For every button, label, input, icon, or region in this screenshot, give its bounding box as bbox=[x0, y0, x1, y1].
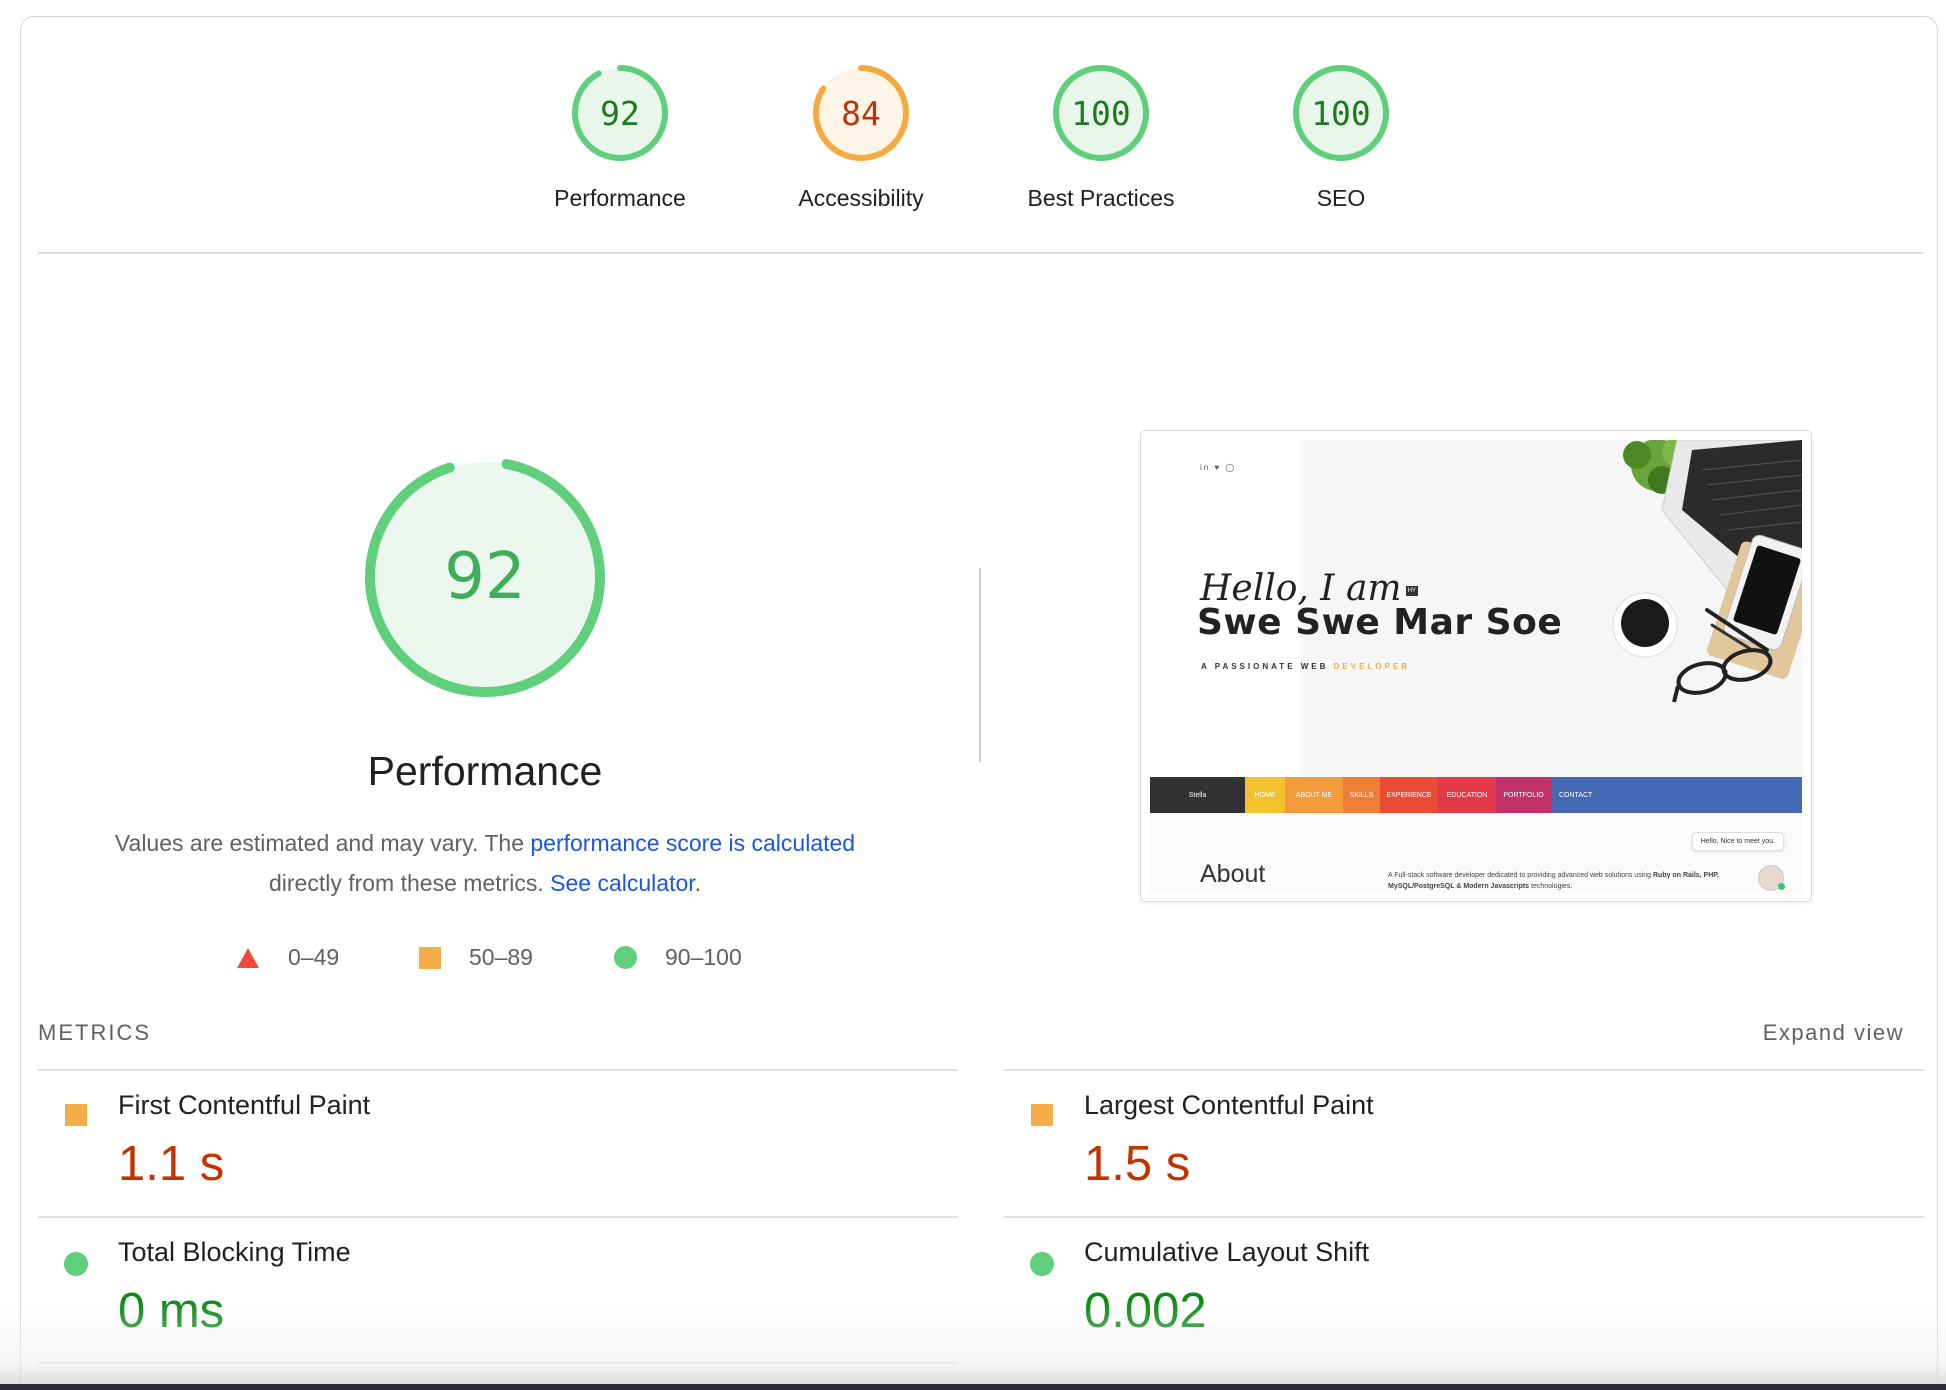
performance-title: Performance bbox=[367, 748, 603, 794]
metric-value: 1.5 s bbox=[1084, 1137, 1191, 1191]
nav-item: PORTFOLIO bbox=[1496, 777, 1551, 813]
about-text: A Full-stack software developer dedicate… bbox=[1388, 870, 1758, 892]
metric-cumulative-layout-shift: Cumulative Layout Shift 0.002 bbox=[1004, 1217, 1924, 1363]
square-icon bbox=[419, 946, 441, 969]
gauge-score: 84 bbox=[841, 94, 881, 133]
legend-label: 0–49 bbox=[288, 944, 340, 970]
see-calculator-link[interactable]: See calculator bbox=[550, 870, 694, 896]
divider bbox=[38, 1362, 958, 1364]
about-text-part: A Full-stack software developer dedicate… bbox=[1388, 872, 1653, 879]
gauge-ring: 100 bbox=[1293, 65, 1389, 161]
gauge-best-practices[interactable]: 100 Best Practices bbox=[981, 62, 1221, 212]
gauge-label: Accessibility bbox=[798, 185, 924, 211]
metric-title: Largest Contentful Paint bbox=[1084, 1090, 1374, 1120]
legend-label: 50–89 bbox=[469, 944, 533, 970]
metric-total-blocking-time: Total Blocking Time 0 ms bbox=[38, 1217, 958, 1363]
square-icon bbox=[65, 1104, 87, 1126]
desc-text: Values are estimated and may vary. The bbox=[114, 830, 531, 856]
legend-average: 50–89 bbox=[419, 944, 533, 971]
social-icons: in ♥ ◯ bbox=[1200, 463, 1237, 472]
nav-item: HOME bbox=[1245, 777, 1285, 813]
gauge-accessibility[interactable]: 84 Accessibility bbox=[741, 62, 981, 212]
nav-item: EXPERIENCE bbox=[1380, 777, 1438, 813]
performance-gauge: 92 bbox=[365, 457, 605, 697]
square-icon bbox=[1031, 1104, 1053, 1126]
metric-title: Cumulative Layout Shift bbox=[1084, 1237, 1370, 1267]
nav-brand: Stella bbox=[1150, 777, 1245, 813]
metric-value: 0 ms bbox=[118, 1284, 225, 1338]
triangle-icon bbox=[237, 947, 259, 968]
score-legend: 0–49 50–89 90–100 bbox=[0, 944, 970, 974]
about-text-part: technologies. bbox=[1529, 883, 1573, 890]
hello-tag: HY bbox=[1405, 586, 1418, 596]
gauge-score: 100 bbox=[1311, 94, 1371, 133]
performance-description: Values are estimated and may vary. The p… bbox=[60, 823, 910, 903]
expand-view-button[interactable]: Expand view bbox=[1763, 1020, 1904, 1046]
tagline-text: A PASSIONATE WEB bbox=[1201, 662, 1334, 671]
hero-name: Swe Swe Mar Soe bbox=[1197, 602, 1563, 643]
window-bottom-edge bbox=[0, 1384, 1946, 1390]
gauge-score: 100 bbox=[1071, 94, 1131, 133]
divider bbox=[38, 252, 1923, 254]
nav-item: CONTACT bbox=[1551, 777, 1802, 813]
metric-first-contentful-paint: First Contentful Paint 1.1 s bbox=[38, 1070, 958, 1216]
gauge-seo[interactable]: 100 SEO bbox=[1221, 62, 1461, 212]
metric-value: 1.1 s bbox=[118, 1137, 225, 1191]
gauge-ring: 92 bbox=[572, 65, 668, 161]
gauge-ring: 100 bbox=[1053, 65, 1149, 161]
gauge-label: Performance bbox=[554, 185, 686, 211]
metric-value: 0.002 bbox=[1084, 1284, 1207, 1338]
site-nav: Stella HOME ABOUT ME SKILLS EXPERIENCE E… bbox=[1150, 777, 1802, 813]
metric-largest-contentful-paint: Largest Contentful Paint 1.5 s bbox=[1004, 1070, 1924, 1216]
gauge-score: 92 bbox=[600, 94, 640, 133]
avatar bbox=[1758, 865, 1785, 891]
metric-title: Total Blocking Time bbox=[118, 1237, 351, 1267]
circle-icon bbox=[64, 1252, 88, 1276]
desc-text: directly from these metrics. bbox=[268, 870, 551, 896]
legend-label: 90–100 bbox=[665, 944, 742, 970]
circle-icon bbox=[614, 946, 637, 969]
metrics-heading: METRICS bbox=[38, 1020, 151, 1045]
metric-title: First Contentful Paint bbox=[118, 1090, 371, 1120]
final-screenshot[interactable]: in ♥ ◯ Hello, I am HY Swe Swe Mar Soe A P… bbox=[1140, 430, 1812, 902]
gauge-label: SEO bbox=[1316, 185, 1366, 211]
gauge-ring: 84 bbox=[813, 65, 909, 161]
gauge-label: Best Practices bbox=[1027, 185, 1175, 211]
vertical-divider bbox=[979, 568, 981, 762]
hero-tagline: A PASSIONATE WEB DEVELOPER bbox=[1201, 662, 1410, 671]
legend-fail: 0–49 bbox=[236, 944, 339, 971]
nav-item: EDUCATION bbox=[1438, 777, 1496, 813]
about-heading: About bbox=[1200, 860, 1266, 888]
legend-pass: 90–100 bbox=[614, 944, 742, 971]
nav-item: SKILLS bbox=[1343, 777, 1380, 813]
greeting-chip: Hello, Nice to meet you. bbox=[1691, 832, 1784, 851]
score-calculated-link[interactable]: performance score is calculated bbox=[530, 830, 855, 856]
tagline-highlight: DEVELOPER bbox=[1333, 662, 1410, 671]
performance-score: 92 bbox=[444, 540, 525, 614]
nav-item: ABOUT ME bbox=[1285, 777, 1343, 813]
circle-icon bbox=[1030, 1252, 1054, 1276]
gauge-performance[interactable]: 92 Performance bbox=[500, 62, 740, 212]
screenshot-page: in ♥ ◯ Hello, I am HY Swe Swe Mar Soe A P… bbox=[1150, 440, 1802, 894]
desc-text: . bbox=[694, 870, 702, 896]
